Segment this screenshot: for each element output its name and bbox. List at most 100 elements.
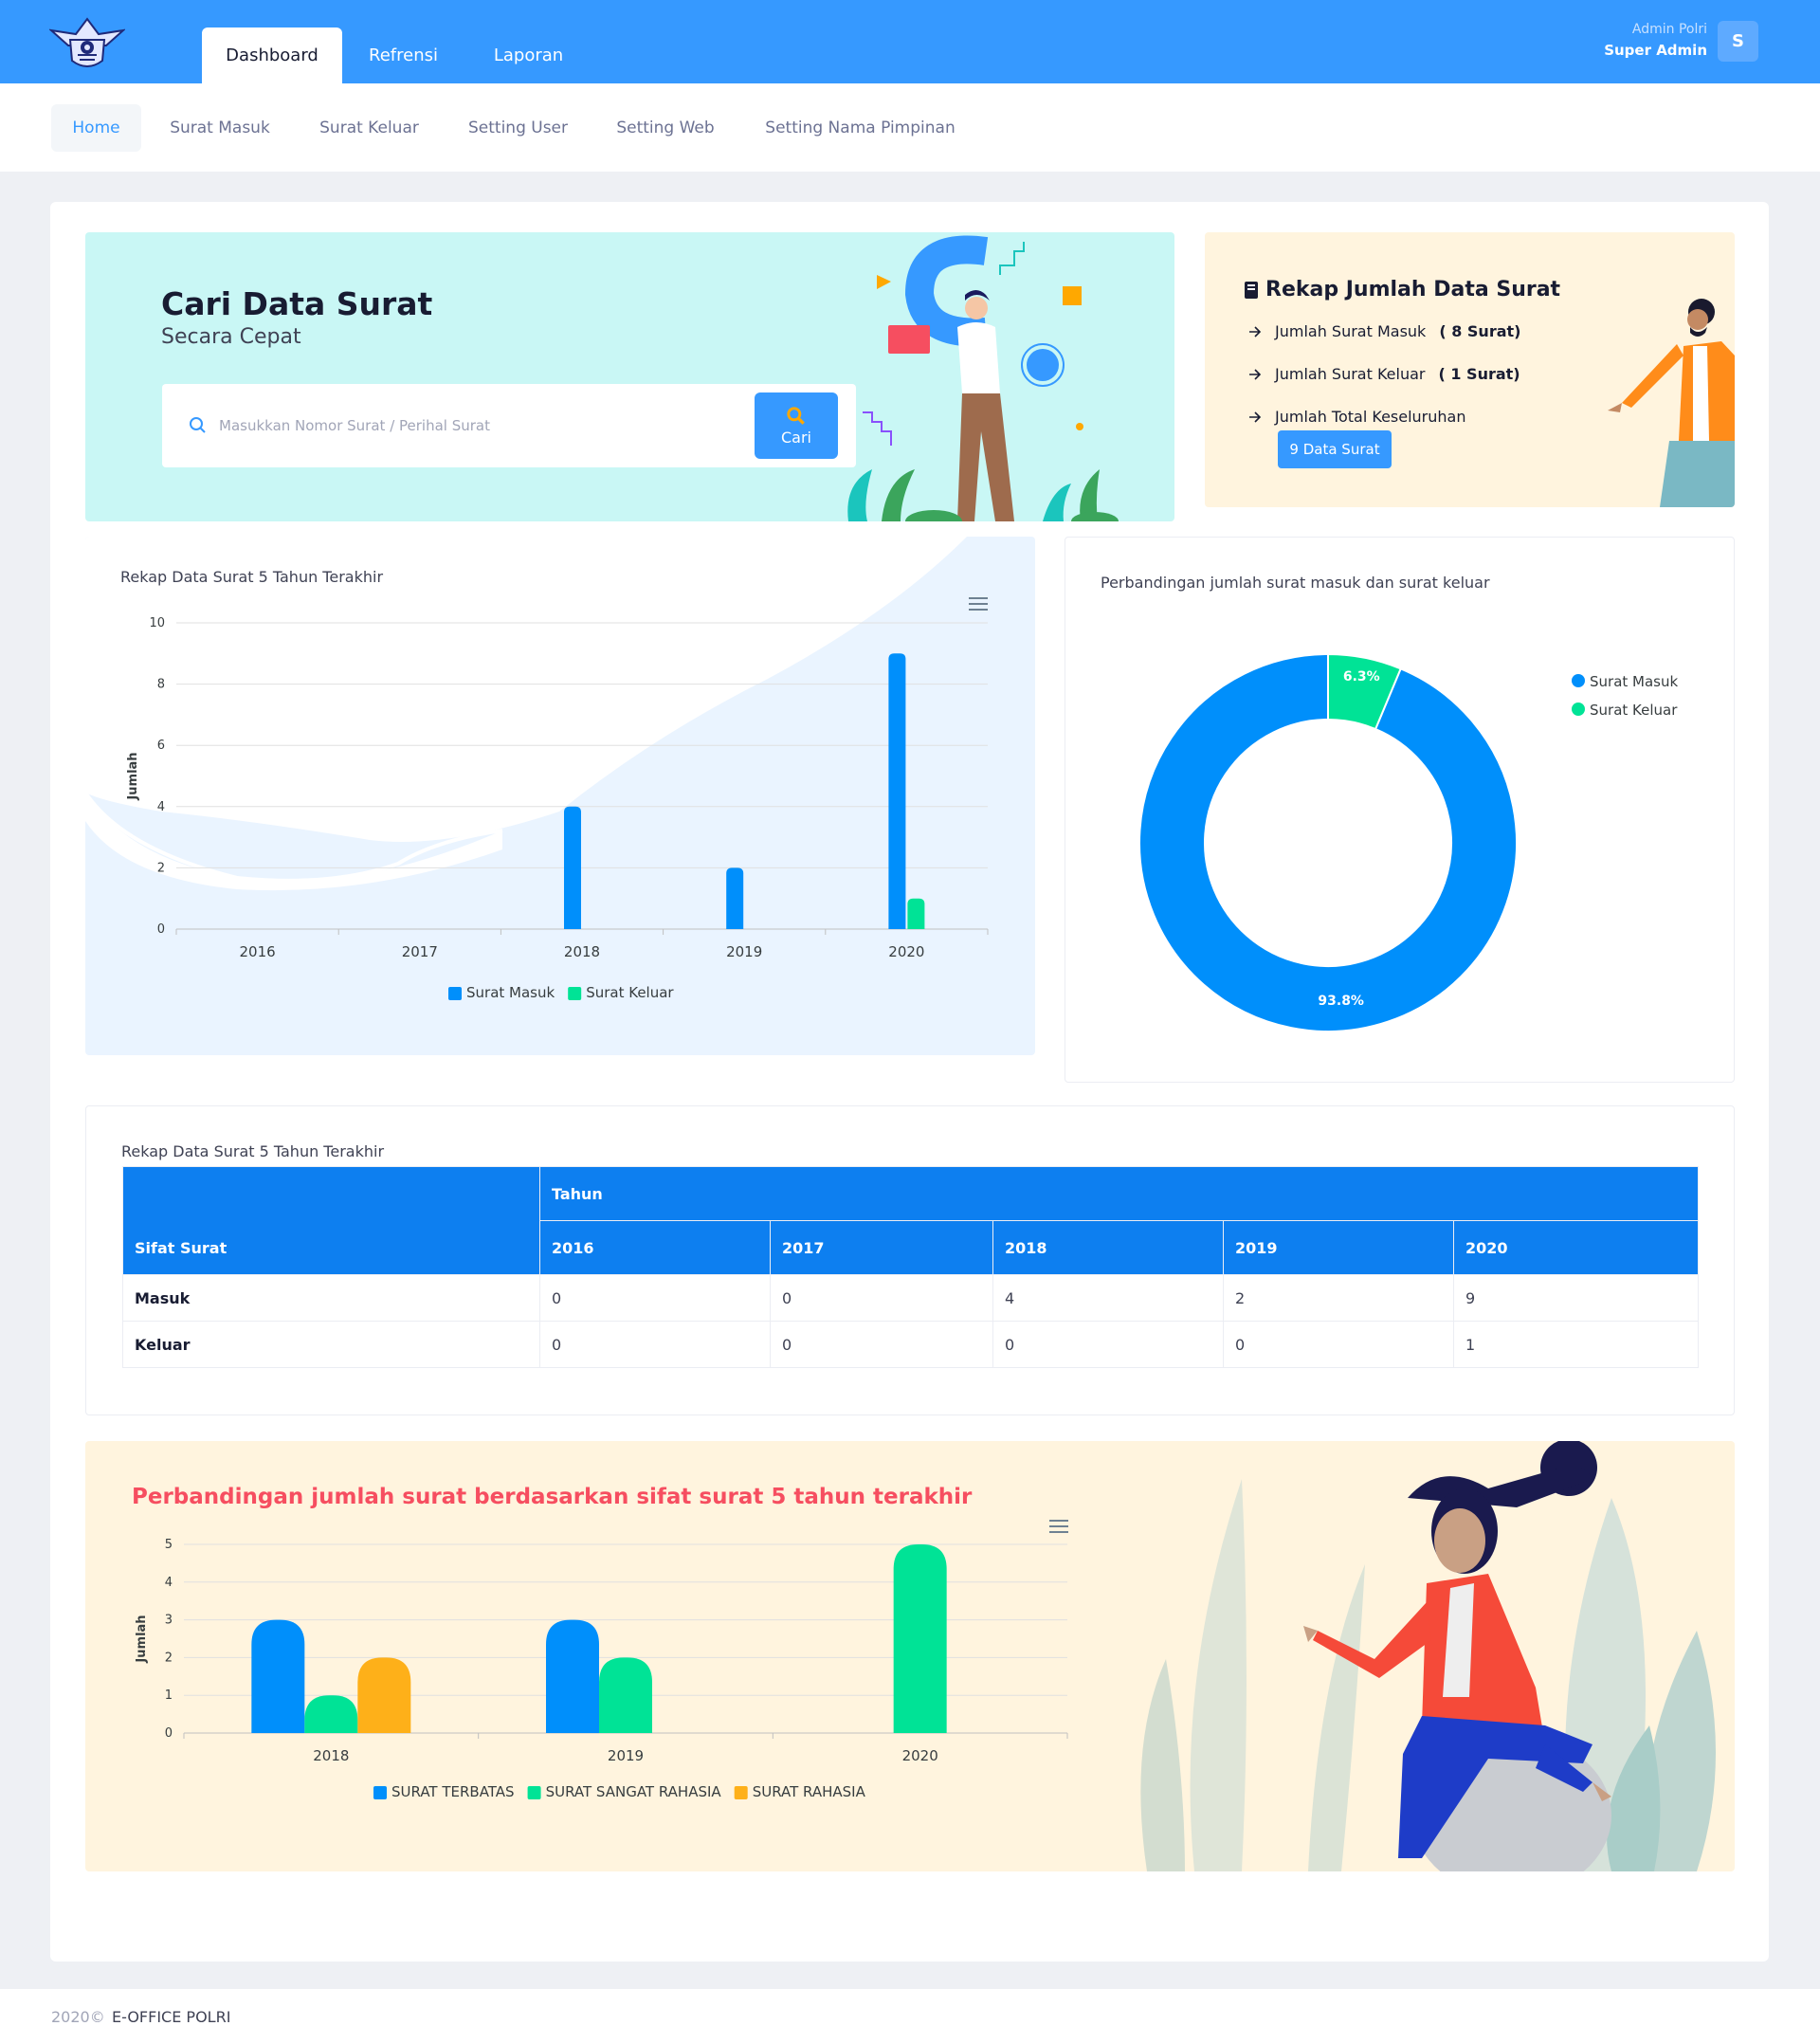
legend-label: Surat Masuk <box>466 984 555 1001</box>
rekap-card: Rekap Jumlah Data Surat Jumlah Surat Mas… <box>1205 232 1735 507</box>
col-year: 2020 <box>1453 1220 1699 1275</box>
table-card: Rekap Data Surat 5 Tahun Terakhir Sifat … <box>85 1105 1735 1415</box>
tab-refrensi[interactable]: Refrensi <box>354 27 453 83</box>
table-cell: 4 <box>992 1274 1224 1322</box>
legend-marker <box>1572 674 1585 687</box>
legend-label: SURAT SANGAT RAHASIA <box>546 1783 722 1800</box>
chart-bar <box>304 1695 358 1733</box>
y-tick-label: 2 <box>165 1651 173 1665</box>
y-tick-label: 8 <box>157 678 165 692</box>
sifat-chart-card: Perbandingan jumlah surat berdasarkan si… <box>85 1441 1735 1871</box>
col-group-tahun: Tahun <box>539 1166 1699 1221</box>
search-button-label: Cari <box>781 428 811 447</box>
tab-dashboard[interactable]: Dashboard <box>202 27 342 83</box>
rekap-keluar-label: Jumlah Surat Keluar <box>1275 365 1426 383</box>
x-tick-label: 2017 <box>402 943 438 960</box>
subnav-home[interactable]: Home <box>51 104 141 152</box>
chart-bar <box>907 898 925 929</box>
table-cell: 0 <box>539 1274 771 1322</box>
search-button[interactable]: Cari <box>755 392 838 459</box>
table-cell: 9 <box>1453 1274 1699 1322</box>
y-tick-label: 6 <box>157 739 165 753</box>
table-cell: 0 <box>539 1321 771 1368</box>
chart-bar <box>893 1544 947 1733</box>
col-year: 2019 <box>1223 1220 1454 1275</box>
polri-logo[interactable] <box>49 11 125 72</box>
chart-bar <box>251 1619 305 1733</box>
y-tick-label: 3 <box>165 1614 173 1628</box>
legend-label: Surat Keluar <box>586 984 674 1001</box>
table-cell: 0 <box>992 1321 1224 1368</box>
bar-chart-card: Rekap Data Surat 5 Tahun Terakhir 024681… <box>85 537 1035 1055</box>
legend-marker <box>527 1786 541 1799</box>
bar-chart-svg: 0 2 4 6 8 10 Jumlah 2016 2017 2018 2019 2020 Surat M… <box>126 616 989 1001</box>
tab-laporan[interactable]: Laporan <box>479 27 578 83</box>
avatar[interactable]: S <box>1718 21 1758 62</box>
sifat-bar-chart-svg: 0 1 2 3 4 5 Jumlah 2018 2019 2020 SURAT TERBATAS SU… <box>135 1538 1068 1800</box>
rekap-item-masuk: Jumlah Surat Masuk ( 8 Surat) <box>1248 322 1520 340</box>
footer-name: E-OFFICE POLRI <box>112 2008 231 2026</box>
chart-bar <box>357 1657 411 1733</box>
pie-value-label: 6.3% <box>1343 669 1380 684</box>
y-tick-label: 2 <box>157 861 165 875</box>
search-illustration <box>847 235 1119 521</box>
row-label: Masuk <box>122 1274 540 1322</box>
search-icon <box>190 417 206 433</box>
table-cell: 1 <box>1453 1321 1699 1368</box>
chart-bar <box>546 1619 599 1733</box>
x-tick-label: 2019 <box>726 943 762 960</box>
chart-bar <box>564 806 581 929</box>
table-cell: 0 <box>770 1321 993 1368</box>
subnav-surat-masuk[interactable]: Surat Masuk <box>155 104 284 152</box>
woman-illustration <box>1140 1441 1716 1871</box>
legend-label: SURAT RAHASIA <box>753 1783 866 1800</box>
total-data-button[interactable]: 9 Data Surat <box>1278 430 1392 468</box>
pie-chart-card: Perbandingan jumlah surat masuk dan sura… <box>1065 537 1735 1083</box>
x-tick-label: 2020 <box>902 1747 938 1764</box>
rekap-title: Rekap Jumlah Data Surat <box>1243 278 1560 301</box>
chart-bar <box>888 653 906 929</box>
sub-navigation: Home Surat Masuk Surat Keluar Setting Us… <box>0 83 1820 172</box>
legend-marker <box>373 1786 387 1799</box>
subnav-setting-user[interactable]: Setting User <box>455 104 581 152</box>
subnav-surat-keluar[interactable]: Surat Keluar <box>305 104 433 152</box>
rekap-table: Sifat Surat Tahun 2016 2017 2018 2019 20… <box>122 1166 1699 1368</box>
search-box: Cari <box>162 384 856 467</box>
subnav-setting-web[interactable]: Setting Web <box>601 104 730 152</box>
rekap-masuk-label: Jumlah Surat Masuk <box>1275 322 1427 340</box>
rekap-item-keluar: Jumlah Surat Keluar ( 1 Surat) <box>1248 365 1520 383</box>
legend-marker <box>1572 703 1585 716</box>
y-tick-label: 1 <box>165 1688 173 1703</box>
arrow-right-icon <box>1249 325 1262 338</box>
search-input[interactable] <box>219 403 750 448</box>
x-tick-label: 2016 <box>240 943 276 960</box>
table-title: Rekap Data Surat 5 Tahun Terakhir <box>121 1142 385 1160</box>
top-header: Dashboard Refrensi Laporan Admin Polri S… <box>0 0 1820 83</box>
col-year: 2017 <box>770 1220 993 1275</box>
chart-bar <box>726 867 744 929</box>
legend-marker <box>734 1786 748 1799</box>
arrow-right-icon <box>1249 368 1262 380</box>
legend-marker <box>448 987 462 1000</box>
rekap-masuk-value: ( 8 Surat) <box>1439 322 1521 340</box>
legend-label: Surat Masuk <box>1590 673 1678 690</box>
table-cell: 0 <box>1223 1321 1454 1368</box>
y-tick-label: 4 <box>165 1576 173 1590</box>
search-button-icon <box>787 406 805 425</box>
search-title: Cari Data Surat <box>161 285 433 322</box>
user-role: Admin Polri <box>1631 22 1707 37</box>
legend-label: Surat Keluar <box>1590 702 1678 719</box>
search-subtitle: Secara Cepat <box>161 325 301 349</box>
table-row: Keluar 0 0 0 0 1 <box>122 1321 1699 1368</box>
col-sifat-surat: Sifat Surat <box>122 1166 540 1275</box>
subnav-setting-nama-pimpinan[interactable]: Setting Nama Pimpinan <box>749 104 972 152</box>
legend-marker <box>568 987 582 1000</box>
y-axis-label: Jumlah <box>135 1615 149 1663</box>
x-tick-label: 2018 <box>313 1747 349 1764</box>
chart-bar <box>599 1657 652 1733</box>
row-label: Keluar <box>122 1321 540 1368</box>
x-tick-label: 2020 <box>888 943 924 960</box>
user-name[interactable]: Super Admin <box>1604 42 1707 59</box>
man-illustration <box>1608 299 1735 507</box>
footer: 2020© E-OFFICE POLRI <box>0 1989 1820 2044</box>
